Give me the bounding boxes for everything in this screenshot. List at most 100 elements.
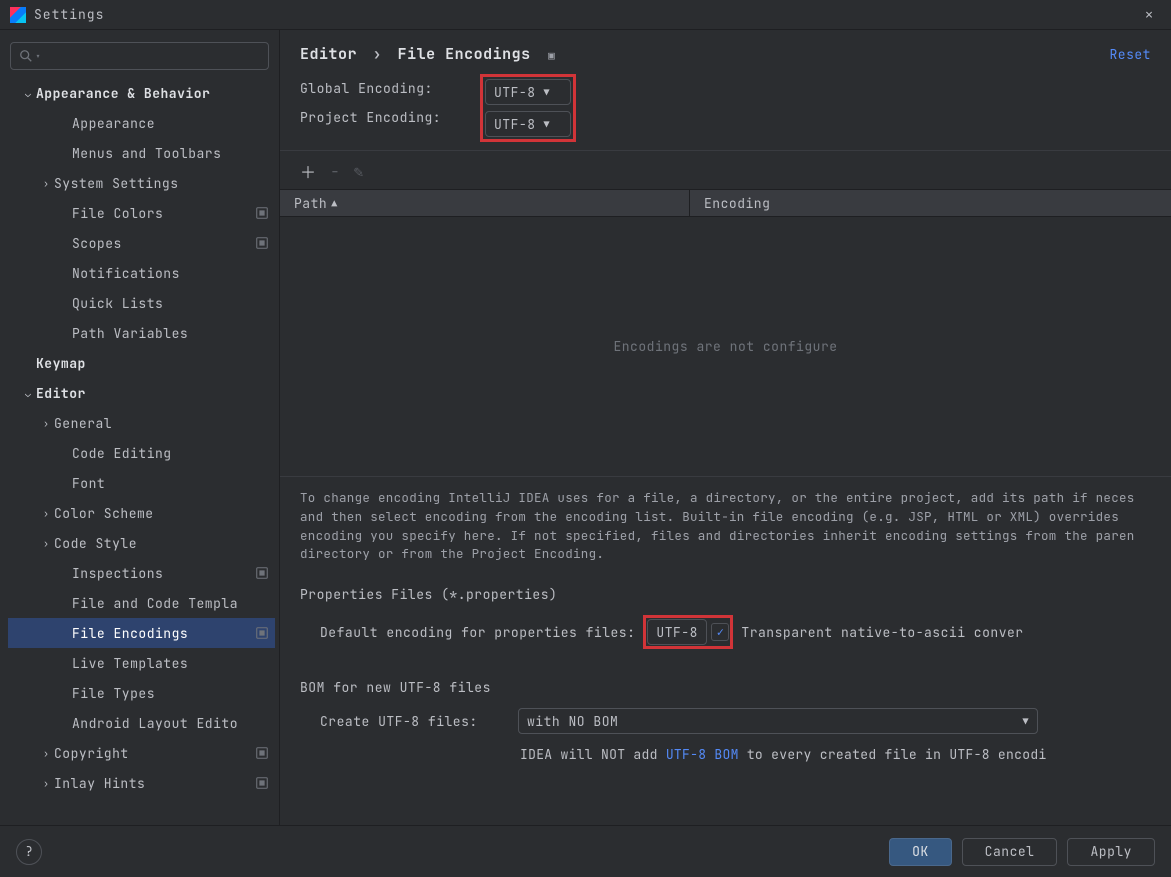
sidebar-item-label: Color Scheme [54,505,269,522]
sidebar-item-label: Android Layout Edito [72,715,269,732]
sidebar-item-inspections[interactable]: Inspections [8,558,275,588]
search-input[interactable]: ▾ [10,42,269,70]
gear-icon [255,746,269,760]
global-encoding-combo[interactable]: UTF-8 ▼ [485,79,571,105]
transparent-ascii-checkbox[interactable]: ✓ [711,623,729,641]
sidebar-item-label: Appearance [72,115,269,132]
sidebar-item-appearance-behavior[interactable]: ⌄Appearance & Behavior [8,78,275,108]
sidebar-item-label: Inlay Hints [54,775,251,792]
sidebar-item-label: Appearance & Behavior [36,85,269,102]
sidebar-item-label: General [54,415,269,432]
sidebar-item-notifications[interactable]: Notifications [8,258,275,288]
chevron-down-icon: ▼ [1023,715,1030,728]
bom-value: with NO BOM [527,713,618,730]
sidebar-item-label: Notifications [72,265,269,282]
bom-combo[interactable]: with NO BOM ▼ [518,708,1038,734]
titlebar: Settings ✕ [0,0,1171,30]
sidebar-item-label: File and Code Templa [72,595,269,612]
chevron-right-icon: › [38,747,54,760]
sidebar-item-label: Inspections [72,565,251,582]
sidebar-item-path-variables[interactable]: Path Variables [8,318,275,348]
sidebar-item-label: Font [72,475,269,492]
sidebar-item-label: Code Editing [72,445,269,462]
reset-link[interactable]: Reset [1109,46,1151,63]
breadcrumb-child: File Encodings [398,44,531,64]
bom-note: IDEA will NOT add UTF-8 BOM to every cre… [280,740,1171,763]
global-encoding-label: Global Encoding: [300,80,480,97]
sidebar-item-label: Editor [36,385,269,402]
close-icon[interactable]: ✕ [1137,6,1161,23]
properties-encoding-value: UTF-8 [656,624,698,641]
sidebar-item-copyright[interactable]: ›Copyright [8,738,275,768]
remove-icon[interactable]: − [330,161,340,182]
sidebar-item-color-scheme[interactable]: ›Color Scheme [8,498,275,528]
gear-icon [255,566,269,580]
sidebar-item-live-templates[interactable]: Live Templates [8,648,275,678]
project-encoding-value: UTF-8 [494,116,536,133]
chevron-down-icon: ⌄ [20,387,36,400]
properties-highlight: UTF-8 ✓ [643,615,733,649]
sidebar-item-inlay-hints[interactable]: ›Inlay Hints [8,768,275,798]
sidebar-item-editor[interactable]: ⌄Editor [8,378,275,408]
sidebar-item-quick-lists[interactable]: Quick Lists [8,288,275,318]
add-icon[interactable]: ＋ [300,159,316,183]
content-pane: Editor › File Encodings ▣ Reset Global E… [280,30,1171,825]
breadcrumb: Editor › File Encodings ▣ [300,44,555,64]
bom-label: Create UTF-8 files: [320,713,510,730]
sidebar-item-file-types[interactable]: File Types [8,678,275,708]
chevron-down-icon: ⌄ [20,87,36,100]
breadcrumb-sep: › [373,44,383,64]
footer: ? OK Cancel Apply [0,825,1171,877]
sidebar: ▾ ⌄Appearance & BehaviorAppearanceMenus … [0,30,280,825]
sidebar-item-label: Menus and Toolbars [72,145,269,162]
sidebar-item-scopes[interactable]: Scopes [8,228,275,258]
table-header: Path ▲ Encoding [280,189,1171,217]
global-encoding-value: UTF-8 [494,84,536,101]
sidebar-item-code-editing[interactable]: Code Editing [8,438,275,468]
sidebar-item-general[interactable]: ›General [8,408,275,438]
encoding-highlight: UTF-8 ▼ UTF-8 ▼ [480,74,576,142]
sidebar-item-label: Path Variables [72,325,269,342]
sidebar-item-keymap[interactable]: Keymap [8,348,275,378]
sidebar-item-label: Live Templates [72,655,269,672]
cancel-button[interactable]: Cancel [962,838,1058,866]
sidebar-item-label: File Types [72,685,269,702]
properties-encoding-combo[interactable]: UTF-8 [647,619,707,645]
sidebar-item-label: System Settings [54,175,269,192]
gear-icon [255,236,269,250]
sidebar-item-label: Copyright [54,745,251,762]
bom-section-title: BOM for new UTF-8 files [280,669,1171,702]
sidebar-item-file-colors[interactable]: File Colors [8,198,275,228]
settings-tree[interactable]: ⌄Appearance & BehaviorAppearanceMenus an… [8,78,279,825]
sidebar-item-android-layout-edito[interactable]: Android Layout Edito [8,708,275,738]
sidebar-item-label: Code Style [54,535,269,552]
window-title: Settings [34,6,1137,23]
sidebar-item-font[interactable]: Font [8,468,275,498]
apply-button[interactable]: Apply [1067,838,1155,866]
chevron-right-icon: › [38,177,54,190]
sidebar-item-menus-and-toolbars[interactable]: Menus and Toolbars [8,138,275,168]
sidebar-item-label: Quick Lists [72,295,269,312]
sidebar-item-label: File Encodings [72,625,251,642]
col-encoding[interactable]: Encoding [690,195,784,212]
gear-icon [255,206,269,220]
chevron-right-icon: › [38,777,54,790]
sidebar-item-appearance[interactable]: Appearance [8,108,275,138]
gear-icon [255,626,269,640]
gear-icon [255,776,269,790]
expand-icon[interactable]: ▣ [548,49,555,63]
help-button[interactable]: ? [16,839,42,865]
sidebar-item-code-style[interactable]: ›Code Style [8,528,275,558]
chevron-right-icon: › [38,537,54,550]
sidebar-item-file-encodings[interactable]: File Encodings [8,618,275,648]
sidebar-item-file-and-code-templa[interactable]: File and Code Templa [8,588,275,618]
help-text: To change encoding IntelliJ IDEA uses fo… [280,477,1171,576]
ok-button[interactable]: OK [889,838,952,866]
col-path[interactable]: Path ▲ [280,190,690,216]
project-encoding-combo[interactable]: UTF-8 ▼ [485,111,571,137]
search-icon [19,49,33,63]
chevron-down-icon: ▾ [35,50,41,63]
sidebar-item-system-settings[interactable]: ›System Settings [8,168,275,198]
bom-link[interactable]: UTF-8 BOM [666,746,739,763]
edit-icon[interactable]: ✎ [354,161,364,182]
